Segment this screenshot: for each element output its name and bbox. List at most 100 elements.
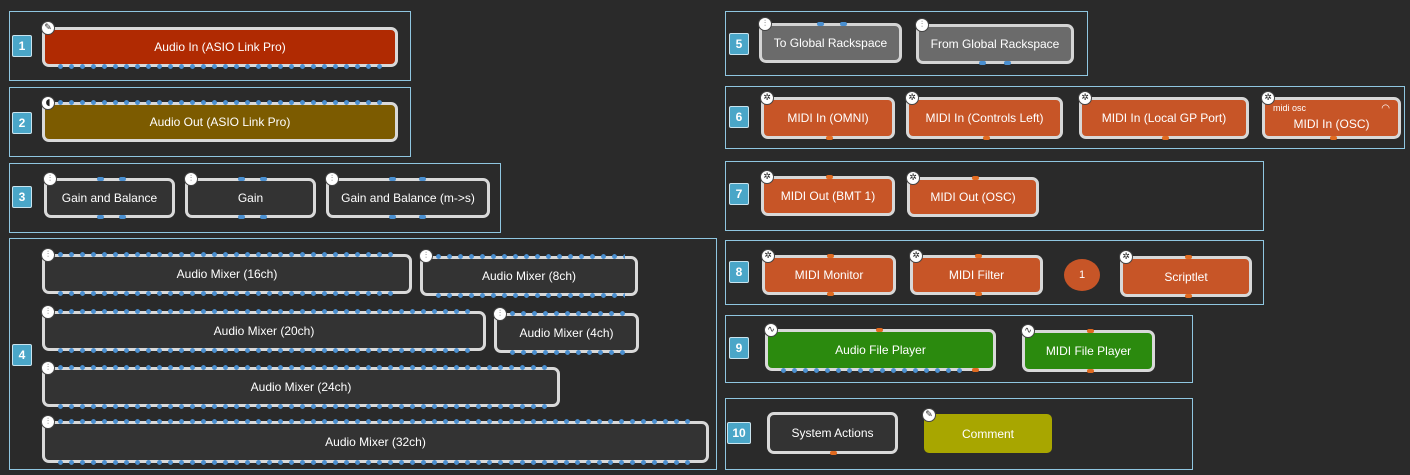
output-pins[interactable]: [433, 293, 625, 298]
audio-out-block[interactable]: Audio Out (ASIO Link Pro): [42, 100, 398, 142]
output-pins[interactable]: [55, 460, 696, 465]
to-global-rackspace-label: To Global Rackspace: [773, 36, 888, 50]
midi-in-controls-left-label: MIDI In (Controls Left): [925, 111, 1044, 125]
input-pins[interactable]: [55, 365, 547, 370]
sliders-icon: ⫶: [758, 17, 772, 31]
audio-mixer-32-label: Audio Mixer (32ch): [325, 435, 426, 449]
midi-osc-tag: midi osc: [1273, 103, 1307, 113]
scriptlet-label: Scriptlet: [1164, 269, 1208, 284]
midi-port-icon: ✲: [909, 249, 923, 263]
speaker-icon: ◖: [41, 96, 55, 110]
to-global-rackspace-block[interactable]: To Global Rackspace: [759, 22, 902, 63]
sliders-icon: ⫶: [419, 249, 433, 263]
audio-mixer-16-label: Audio Mixer (16ch): [176, 267, 278, 281]
output-pins[interactable]: [507, 350, 626, 355]
midi-in-omni-block[interactable]: MIDI In (OMNI): [761, 97, 895, 140]
system-actions-block[interactable]: System Actions: [767, 412, 898, 455]
gain-block[interactable]: Gain: [185, 177, 316, 219]
gain-balance-ms-block[interactable]: Gain and Balance (m->s): [326, 177, 490, 219]
sliders-icon: ⫶: [43, 172, 57, 186]
audio-input-pins[interactable]: [55, 100, 385, 105]
group-number-3[interactable]: 3: [12, 186, 32, 208]
audio-mixer-8-label: Audio Mixer (8ch): [481, 269, 577, 283]
group-number-7[interactable]: 7: [729, 183, 749, 205]
audio-in-block[interactable]: Audio In (ASIO Link Pro): [42, 27, 398, 69]
gain-balance-label: Gain and Balance: [61, 191, 158, 205]
sliders-icon: ⫶: [184, 172, 198, 186]
group-number-2[interactable]: 2: [12, 112, 32, 134]
audio-mixer-20-block[interactable]: Audio Mixer (20ch): [42, 309, 486, 353]
audio-mixer-32-block[interactable]: Audio Mixer (32ch): [42, 419, 709, 465]
midi-out-bmt1-block[interactable]: MIDI Out (BMT 1): [761, 175, 895, 216]
group-number-1[interactable]: 1: [12, 35, 32, 57]
audio-output-pins[interactable]: [778, 368, 963, 373]
output-pins[interactable]: [55, 291, 399, 296]
midi-port-icon: ✲: [905, 91, 919, 105]
group-number-8[interactable]: 8: [729, 261, 749, 283]
audio-mixer-16-block[interactable]: Audio Mixer (16ch): [42, 252, 412, 296]
audio-mixer-24-label: Audio Mixer (24ch): [250, 380, 352, 394]
waveform-icon: ∿: [1021, 324, 1035, 338]
midi-out-bmt1-label: MIDI Out (BMT 1): [780, 189, 876, 203]
midi-port-icon: ✲: [1119, 250, 1133, 264]
midi-out-osc-label: MIDI Out (OSC): [930, 190, 1016, 204]
input-pins[interactable]: [507, 311, 626, 316]
midi-in-osc-label: MIDI In (OSC): [1293, 117, 1370, 131]
comment-label: Comment: [961, 426, 1014, 441]
from-global-rackspace-block[interactable]: From Global Rackspace: [916, 24, 1074, 65]
sliders-icon: ⫶: [41, 305, 55, 319]
input-pins[interactable]: [433, 254, 625, 259]
midi-file-player-block[interactable]: MIDI File Player: [1022, 329, 1155, 373]
sliders-icon: ⫶: [915, 18, 929, 32]
input-pins[interactable]: [55, 309, 473, 314]
midi-port-icon: ✲: [761, 249, 775, 263]
sliders-icon: ⫶: [493, 307, 507, 321]
output-pins[interactable]: [55, 348, 473, 353]
midi-filter-label: MIDI Filter: [948, 268, 1005, 282]
audio-mixer-4-block[interactable]: Audio Mixer (4ch): [494, 311, 639, 355]
audio-file-player-block[interactable]: Audio File Player: [765, 328, 996, 373]
midi-in-osc-block[interactable]: midi osc ◠ MIDI In (OSC): [1262, 97, 1401, 140]
wifi-icon: ◠: [1381, 103, 1390, 114]
midi-port-icon: ✲: [1078, 91, 1092, 105]
midi-file-player-label: MIDI File Player: [1045, 344, 1132, 358]
group-number-4[interactable]: 4: [12, 344, 32, 366]
midi-in-omni-label: MIDI In (OMNI): [787, 111, 869, 125]
midi-monitor-block[interactable]: MIDI Monitor: [762, 254, 896, 296]
group-number-6[interactable]: 6: [729, 106, 749, 128]
midi-monitor-label: MIDI Monitor: [794, 268, 864, 282]
audio-output-pins[interactable]: [55, 64, 385, 69]
audio-mixer-4-label: Audio Mixer (4ch): [519, 326, 614, 340]
sliders-icon: ⫶: [41, 361, 55, 375]
audio-file-player-label: Audio File Player: [835, 343, 926, 357]
midi-in-local-gp-port-label: MIDI In (Local GP Port): [1101, 111, 1227, 125]
group-number-10[interactable]: 10: [727, 422, 751, 444]
note-icon: ✎: [922, 408, 936, 422]
group-number-9[interactable]: 9: [729, 337, 749, 359]
from-global-rackspace-label: From Global Rackspace: [930, 37, 1060, 51]
scriptlet-block[interactable]: Scriptlet: [1120, 255, 1252, 298]
midi-in-controls-left-block[interactable]: MIDI In (Controls Left): [906, 97, 1063, 140]
audio-out-label: Audio Out (ASIO Link Pro): [149, 115, 291, 129]
pencil-icon: ✎: [41, 21, 55, 35]
midi-out-osc-block[interactable]: MIDI Out (OSC): [907, 176, 1039, 217]
output-pins[interactable]: [55, 404, 547, 409]
midi-port-icon: ✲: [760, 91, 774, 105]
midi-filter-block[interactable]: MIDI Filter: [910, 254, 1043, 296]
waveform-icon: ∿: [764, 323, 778, 337]
gain-balance-ms-label: Gain and Balance (m->s): [341, 191, 475, 205]
comment-block[interactable]: Comment: [924, 414, 1052, 453]
audio-mixer-8-block[interactable]: Audio Mixer (8ch): [420, 254, 638, 298]
midi-port-icon: ✲: [1261, 91, 1275, 105]
audio-mixer-20-label: Audio Mixer (20ch): [213, 324, 315, 338]
audio-mixer-24-block[interactable]: Audio Mixer (24ch): [42, 365, 560, 409]
audio-in-label: Audio In (ASIO Link Pro): [154, 40, 286, 54]
gain-balance-block[interactable]: Gain and Balance: [44, 177, 175, 219]
sliders-icon: ⫶: [325, 172, 339, 186]
input-pins[interactable]: [55, 419, 696, 424]
gain-label: Gain: [237, 191, 264, 205]
midi-in-local-gp-port-block[interactable]: MIDI In (Local GP Port): [1079, 97, 1249, 140]
midi-value-circle[interactable]: 1: [1064, 259, 1100, 291]
group-number-5[interactable]: 5: [729, 33, 749, 55]
input-pins[interactable]: [55, 252, 399, 257]
